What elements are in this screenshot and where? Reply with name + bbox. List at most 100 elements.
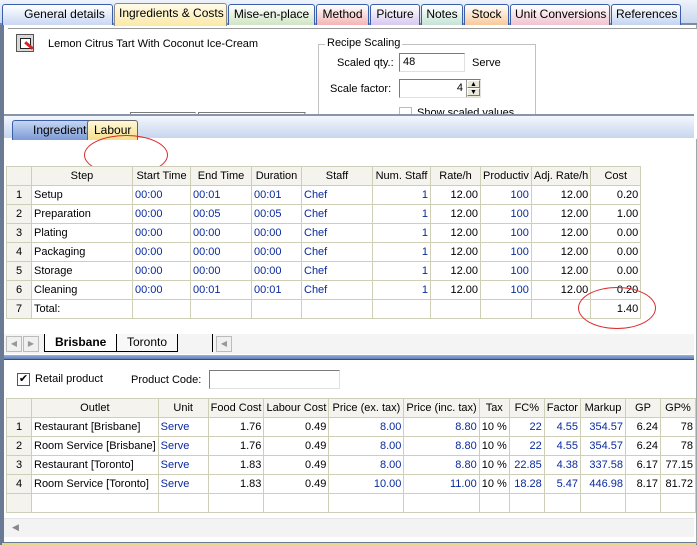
grid-cell[interactable] [328,493,405,513]
grid-cell[interactable]: 00:00 [132,261,191,281]
outlet-row[interactable]: 4 Room Service [Toronto] Serve 1.83 0.49 10.0… [6,474,696,494]
grid-cell[interactable]: 100 [480,280,532,300]
grid-cell[interactable]: 12.00 [430,242,481,262]
grid-cell[interactable]: 0.49 [263,436,330,456]
column-header[interactable]: Productiv [480,166,532,186]
grid-cell[interactable]: 12.00 [430,204,481,224]
grid-cell[interactable]: 10 % [478,474,510,494]
column-header[interactable]: Factor [543,398,581,418]
outlet-pricing-grid[interactable]: Outlet Unit Food Cost Labour Cost Price (ex.… [6,398,696,513]
product-code-input[interactable] [209,370,340,389]
scaled-qty-input[interactable]: 48 [399,53,465,72]
grid-cell[interactable]: 10 % [478,455,510,475]
grid-cell[interactable] [478,493,510,513]
grid-cell[interactable]: 00:01 [190,185,252,205]
grid-cell[interactable]: 78 [659,417,696,437]
grid-cell[interactable]: 12.00 [430,185,481,205]
grid-cell[interactable]: 12.00 [530,261,592,281]
grid-cell[interactable]: 00:00 [132,280,191,300]
grid-cell[interactable]: 1 [372,223,431,243]
tab-stock[interactable]: Stock [464,4,509,25]
column-header[interactable]: GP [624,398,661,418]
grid-cell[interactable] [372,299,431,319]
grid-cell[interactable]: 00:05 [190,204,252,224]
grid-cell[interactable]: Serve [157,417,209,437]
grid-cell[interactable]: 1 [372,261,431,281]
tab-ingredients-costs[interactable]: Ingredients & Costs [114,3,227,26]
grid-cell[interactable] [6,493,32,513]
outlet-row[interactable]: 2 Room Service [Brisbane] Serve 1.76 0.49 8.0… [6,436,696,456]
grid-cell[interactable]: 22.85 [508,455,545,475]
grid-cell[interactable]: Restaurant [Toronto] [31,455,159,475]
grid-cell[interactable]: Chef [301,185,373,205]
grid-cell[interactable]: 0.49 [263,455,330,475]
grid-cell[interactable]: 00:00 [190,223,252,243]
grid-cell[interactable]: Chef [301,204,373,224]
grid-cell[interactable] [624,493,661,513]
grid-cell[interactable]: Plating [31,223,133,243]
grid-cell[interactable]: Chef [301,223,373,243]
grid-cell[interactable]: 8.17 [624,474,661,494]
grid-cell[interactable]: 354.57 [579,436,626,456]
tab-references[interactable]: References [611,4,681,25]
grid-cell[interactable]: Room Service [Brisbane] [31,436,159,456]
grid-cell[interactable] [403,493,480,513]
grid-cell[interactable]: 00:01 [190,280,252,300]
grid-cell[interactable]: 00:00 [251,261,302,281]
grid-cell[interactable]: 1.83 [207,455,265,475]
column-header[interactable] [6,398,32,418]
scale-factor-spinner[interactable]: ▲ ▼ [466,80,480,97]
grid-cell[interactable]: 22 [508,417,545,437]
grid-cell[interactable] [543,493,581,513]
grid-cell[interactable]: 00:00 [132,185,191,205]
grid-cell[interactable]: 354.57 [579,417,626,437]
grid-cell[interactable]: 12.00 [530,242,592,262]
grid-cell[interactable]: 8.00 [328,436,405,456]
grid-cell[interactable] [659,493,696,513]
grid-cell[interactable]: 77.15 [659,455,696,475]
column-header[interactable]: Food Cost [207,398,265,418]
grid-cell[interactable]: 1 [372,185,431,205]
grid-cell[interactable]: Restaurant [Brisbane] [31,417,159,437]
grid-cell[interactable] [263,493,330,513]
grid-cell[interactable]: 00:00 [132,223,191,243]
column-header[interactable]: GP% [659,398,696,418]
column-header[interactable]: Num. Staff [372,166,431,186]
column-header[interactable]: Price (ex. tax) [328,398,405,418]
grid-cell[interactable]: 100 [480,242,532,262]
grid-cell[interactable]: 8.00 [328,455,405,475]
grid-cell[interactable] [430,299,481,319]
grid-cell[interactable]: 12.00 [530,185,592,205]
grid-cell[interactable] [157,493,209,513]
scale-factor-input[interactable]: 4 ▲ ▼ [399,79,481,98]
grid-cell[interactable]: 10.00 [328,474,405,494]
column-header[interactable]: Tax [478,398,510,418]
grid-cell[interactable] [251,299,302,319]
sheet-tab-splitter[interactable] [212,334,213,352]
tab-method[interactable]: Method [316,4,369,25]
grid-cell[interactable]: 00:00 [190,261,252,281]
column-header[interactable]: Rate/h [430,166,481,186]
grid-cell[interactable] [579,493,626,513]
grid-cell[interactable]: Storage [31,261,133,281]
tab-general-details[interactable]: General details [2,4,113,25]
labour-step-row[interactable]: 4 Packaging 00:00 00:00 00:00 Chef 1 12.00 100 12… [6,242,642,262]
grid-cell[interactable]: Serve [157,474,209,494]
grid-cell[interactable]: Chef [301,261,373,281]
grid-cell[interactable]: 11.00 [403,474,480,494]
grid-cell[interactable]: 00:00 [251,223,302,243]
grid-cell[interactable]: 00:00 [132,242,191,262]
grid-cell[interactable]: 00:00 [132,204,191,224]
column-header[interactable]: Duration [251,166,302,186]
grid-cell[interactable]: 12.00 [530,280,592,300]
grid-cell[interactable]: 337.58 [579,455,626,475]
grid-cell[interactable]: 0.20 [590,185,642,205]
grid-cell[interactable]: Setup [31,185,133,205]
column-header[interactable]: End Time [190,166,252,186]
column-header[interactable]: Price (inc. tax) [403,398,480,418]
grid-cell[interactable]: 12.00 [530,223,592,243]
grid-cell[interactable]: 4.55 [543,436,581,456]
outlet-row[interactable]: 1 Restaurant [Brisbane] Serve 1.76 0.49 8.00 8… [6,417,696,437]
column-header[interactable]: Markup [579,398,626,418]
column-header[interactable]: Staff [301,166,373,186]
